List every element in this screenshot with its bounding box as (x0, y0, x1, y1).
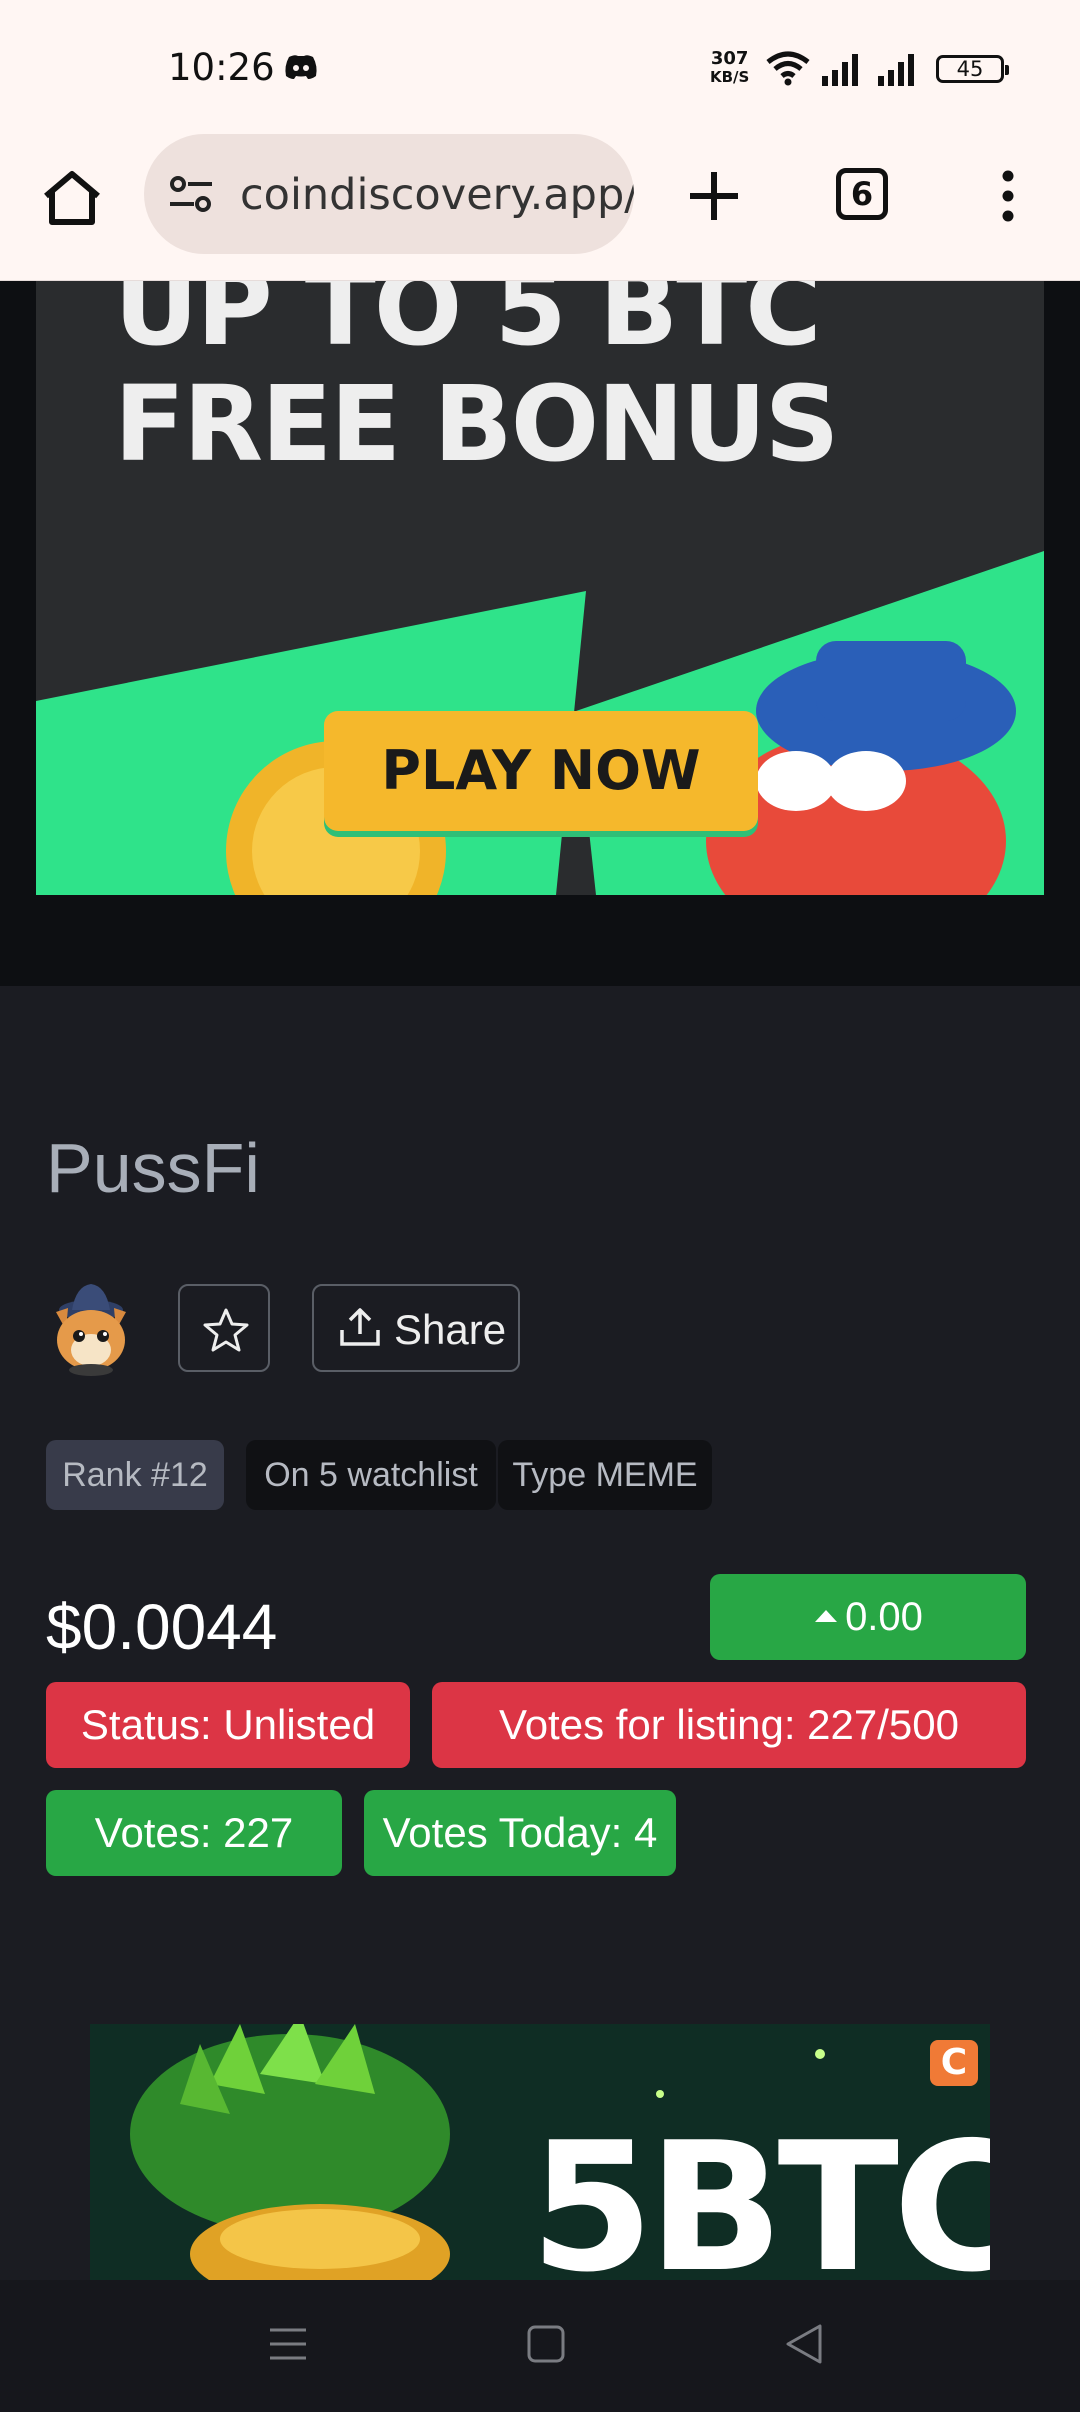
ad-headline-1: UP TO 5 BTC (114, 281, 822, 369)
caret-up-icon (815, 1610, 838, 1623)
ad-bottom-headline: 5BTC (530, 2104, 990, 2280)
speed-unit: KB/S (710, 68, 750, 86)
votes-today-badge: Votes Today: 4 (364, 1790, 676, 1876)
status-bar: 10:26 307 KB/S 45 (0, 0, 1080, 130)
share-button[interactable]: Share (312, 1284, 520, 1372)
battery-icon: 45 (936, 55, 1009, 83)
ad-headline-2: FREE BONUS (114, 363, 839, 485)
price-change-badge: 0.00 (710, 1574, 1026, 1660)
price-change-value: 0.00 (845, 1595, 923, 1639)
tabs-icon[interactable]: 6 (836, 168, 888, 220)
coin-title: PussFi (46, 1129, 260, 1207)
share-label: Share (394, 1306, 507, 1353)
url-text[interactable]: coindiscovery.app/coin/pussfi (240, 170, 634, 220)
more-menu-icon[interactable] (992, 166, 1024, 226)
star-icon (203, 1308, 249, 1352)
votes-for-listing-badge: Votes for listing: 227/500 (432, 1682, 1026, 1768)
signal-icon (878, 54, 914, 86)
signal-icon (822, 54, 858, 86)
ad-banner-top-wrapper: UP TO 5 BTC FREE BONUS PLAY NOW (0, 281, 1080, 986)
status-time: 10:26 (168, 46, 275, 89)
discord-icon (285, 55, 317, 79)
ad-banner-top[interactable]: UP TO 5 BTC FREE BONUS PLAY NOW (36, 281, 1044, 895)
votes-button[interactable]: Votes: 227 (46, 1790, 342, 1876)
site-settings-icon[interactable] (168, 174, 214, 214)
wifi-icon (766, 51, 810, 86)
back-triangle-icon[interactable] (784, 2320, 824, 2368)
new-tab-plus-icon[interactable] (684, 166, 744, 226)
ad-play-now-button[interactable]: PLAY NOW (324, 711, 758, 831)
home-square-icon[interactable] (526, 2320, 566, 2368)
home-icon[interactable] (40, 166, 104, 230)
rank-badge: Rank #12 (46, 1440, 224, 1510)
ad-c-badge: C (930, 2040, 978, 2086)
speed-value: 307 (710, 48, 749, 69)
system-nav-bar (0, 2280, 1080, 2412)
coin-logo-avatar (56, 1284, 126, 1376)
share-icon (340, 1308, 380, 1346)
watchlist-badge: On 5 watchlist (246, 1440, 496, 1510)
ad-banner-bottom[interactable]: 5BTC C (90, 2024, 990, 2280)
network-speed: 307 KB/S (710, 48, 750, 87)
type-badge: Type MEME (498, 1440, 712, 1510)
coin-price: $0.0044 (46, 1591, 278, 1663)
listing-status-badge: Status: Unlisted (46, 1682, 410, 1768)
browser-toolbar: coindiscovery.app/coin/pussfi 6 (0, 130, 1080, 281)
menu-icon[interactable] (268, 2320, 308, 2368)
address-bar[interactable]: coindiscovery.app/coin/pussfi (144, 134, 634, 254)
watchlist-star-button[interactable] (178, 1284, 270, 1372)
